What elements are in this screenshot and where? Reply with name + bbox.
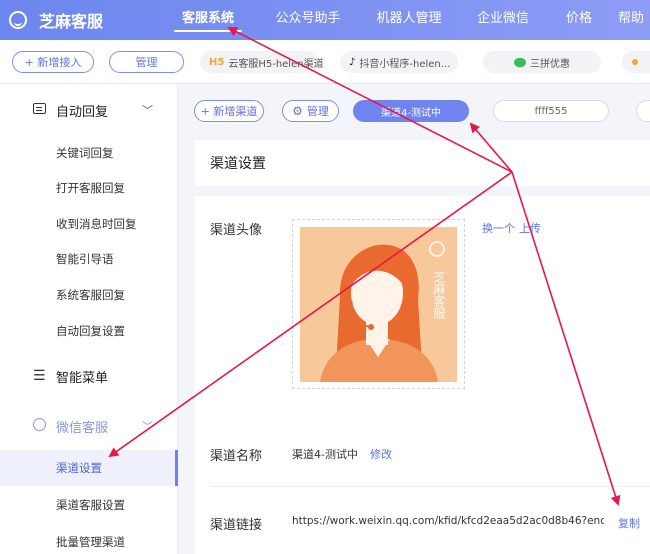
top-nav-bar: 芝麻客服 客服系统 公众号助手 机器人管理 企业微信 价格 帮助 — [0, 0, 650, 40]
chevron-down-icon: ﹀ — [142, 104, 153, 117]
edit-name-link[interactable]: 修改 — [370, 446, 392, 462]
access-bar: + 新增接入 管理 H5 云客服H5-helen渠道 ♪ 抖音小程序-helen… — [0, 40, 650, 84]
channel-link-label: 渠道链接 — [210, 518, 263, 533]
divider — [210, 486, 650, 487]
sidebar-item-open-reply[interactable]: 打开客服回复 — [0, 170, 178, 206]
add-channel-button[interactable]: + 新增渠道 — [194, 100, 264, 122]
sidebar: 自动回复 ﹀ 关键词回复 打开客服回复 收到消息时回复 智能引导语 系统客服回复… — [0, 84, 178, 554]
sidebar-group-label: 自动回复 — [56, 104, 109, 120]
change-avatar-link[interactable]: 换一个 — [482, 220, 515, 236]
sidebar-item-message-reply[interactable]: 收到消息时回复 — [0, 206, 178, 242]
access-tab-label: 抖音小程序-helen... — [359, 58, 451, 70]
nav-item-robot[interactable]: 机器人管理 — [360, 0, 458, 40]
chat-icon — [33, 103, 46, 117]
nav-item-official-account[interactable]: 公众号助手 — [256, 0, 360, 40]
avatar-watermark: 芝麻客服 — [432, 270, 446, 320]
settings-title-card: 渠道设置 — [195, 140, 650, 186]
access-tab-wechat-discount[interactable]: 三拼优惠 — [483, 51, 601, 73]
logo[interactable]: 芝麻客服 — [0, 8, 160, 32]
access-tab-douyin[interactable]: ♪ 抖音小程序-helen... — [340, 51, 458, 73]
nav-item-service-system[interactable]: 客服系统 — [160, 0, 256, 40]
chevron-down-icon: ﹀ — [142, 420, 153, 433]
access-tab-more[interactable] — [622, 51, 650, 73]
nav-item-price[interactable]: 价格 — [548, 0, 610, 40]
sidebar-group-auto-reply[interactable]: 自动回复 ﹀ — [0, 100, 178, 120]
avatar-upload-box[interactable]: 芝麻客服 — [292, 219, 465, 389]
sidebar-group-wechat-service[interactable]: 微信客服 ﹀ — [0, 416, 178, 436]
logo-text: 芝麻客服 — [39, 12, 104, 31]
h5-badge: H5 — [209, 56, 225, 68]
access-tab-h5[interactable]: H5 云客服H5-helen渠道 — [200, 51, 324, 73]
sidebar-group-label: 微信客服 — [56, 420, 109, 436]
access-manage-button[interactable]: 管理 — [109, 51, 184, 73]
sidebar-item-reply-settings[interactable]: 自动回复设置 — [0, 313, 178, 349]
access-tab-label: 三拼优惠 — [530, 58, 570, 70]
wechat-icon — [33, 418, 46, 434]
douyin-icon: ♪ — [349, 56, 356, 68]
add-access-button[interactable]: + 新增接入 — [12, 51, 94, 73]
sidebar-item-channel-settings[interactable]: 渠道设置 — [0, 450, 178, 486]
nav-item-wework[interactable]: 企业微信 — [458, 0, 548, 40]
upload-avatar-link[interactable]: 上传 — [519, 220, 541, 236]
page-title: 渠道设置 — [210, 156, 266, 172]
wechat-icon — [514, 57, 526, 67]
channel-name-value: 渠道4-测试中 — [292, 448, 358, 461]
copy-link-button[interactable]: 复制 — [618, 515, 640, 531]
menu-icon: ☰ — [33, 368, 46, 384]
channel-tab[interactable]: ffff555 — [493, 100, 609, 122]
sidebar-item-batch-manage[interactable]: 批量管理渠道 — [0, 524, 178, 554]
avatar-label: 渠道头像 — [210, 223, 263, 238]
channel-tab-more[interactable] — [636, 100, 650, 122]
sidebar-group-label: 智能菜单 — [56, 370, 109, 386]
gear-icon: ⚙ — [292, 104, 303, 118]
main-nav: 客服系统 公众号助手 机器人管理 企业微信 价格 帮助 — [160, 0, 650, 40]
sidebar-item-system-reply[interactable]: 系统客服回复 — [0, 277, 178, 313]
avatar-image: 芝麻客服 — [300, 227, 457, 382]
channel-tab-active[interactable]: 渠道4-测试中 — [353, 100, 469, 122]
channel-name-label: 渠道名称 — [210, 449, 263, 464]
channel-manage-button[interactable]: ⚙ 管理 — [282, 100, 339, 122]
sidebar-item-smart-guide[interactable]: 智能引导语 — [0, 241, 178, 277]
channel-link-value: https://work.weixin.qq.com/kfid/kfcd2eaa… — [292, 515, 604, 527]
sidebar-group-smart-menu[interactable]: ☰ 智能菜单 — [0, 366, 178, 386]
channel-tabs-row: + 新增渠道 ⚙ 管理 渠道4-测试中 ffff555 — [178, 84, 650, 136]
nav-item-help[interactable]: 帮助 — [610, 0, 650, 40]
access-tab-label: 云客服H5-helen渠道 — [228, 58, 324, 70]
channel-manage-label: 管理 — [306, 105, 329, 118]
sidebar-item-keyword-reply[interactable]: 关键词回复 — [0, 135, 178, 171]
sidebar-item-channel-agent-settings[interactable]: 渠道客服设置 — [0, 487, 178, 523]
access-tab-more-dot — [632, 59, 638, 65]
logo-smile-icon — [9, 11, 27, 29]
